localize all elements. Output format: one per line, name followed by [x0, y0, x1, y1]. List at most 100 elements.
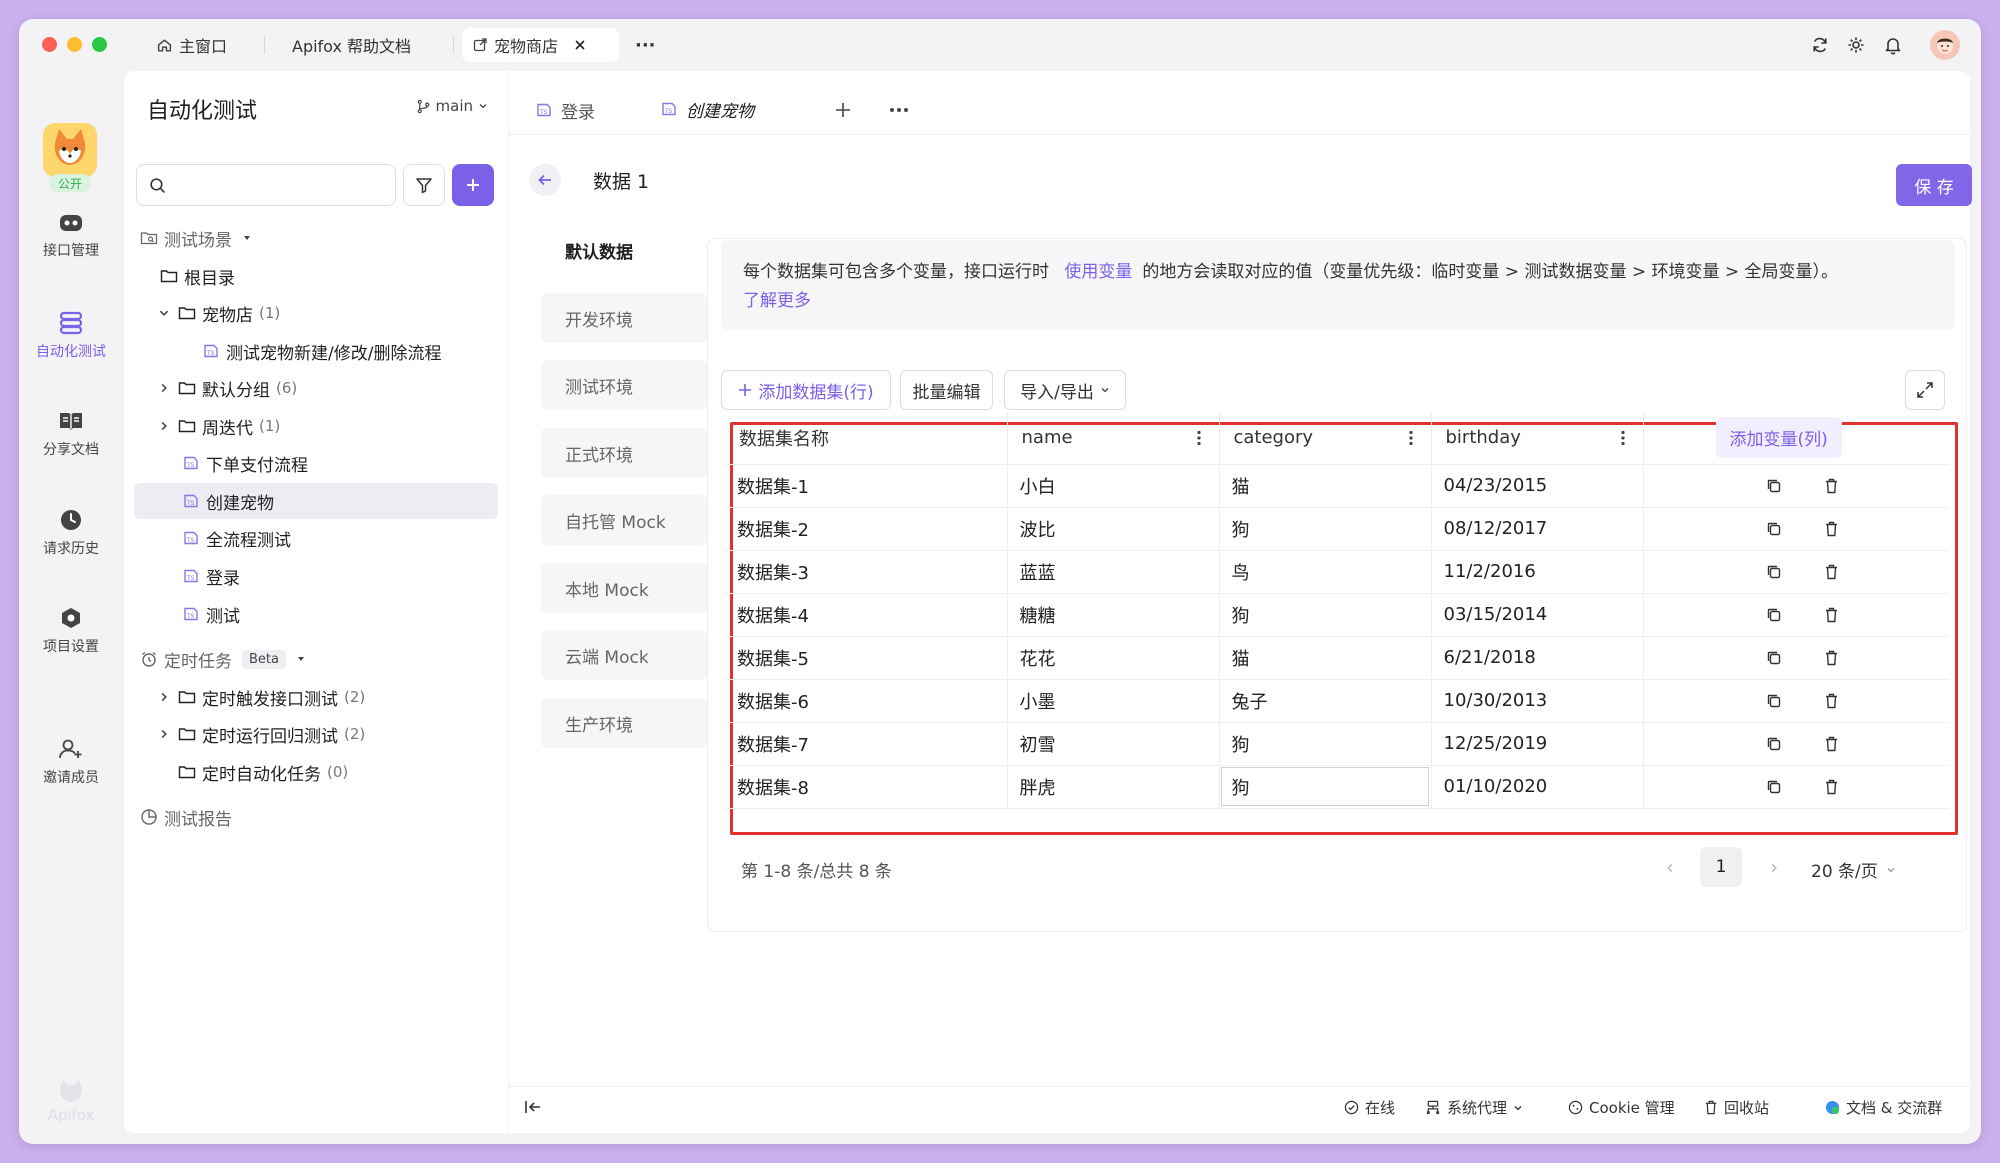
- rail-item-history[interactable]: 请求历史: [19, 508, 123, 558]
- table-cell[interactable]: 兔子: [1219, 679, 1432, 723]
- import-export-dropdown[interactable]: 导入/导出: [1004, 370, 1126, 410]
- column-menu-icon[interactable]: [1620, 430, 1625, 446]
- copy-icon[interactable]: [1766, 779, 1782, 795]
- table-cell[interactable]: 猫: [1219, 464, 1432, 508]
- close-window-button[interactable]: [42, 37, 57, 52]
- project-logo[interactable]: [43, 123, 97, 177]
- tree-case-test[interactable]: TS 测试: [124, 596, 496, 632]
- copy-icon[interactable]: [1766, 693, 1782, 709]
- copy-icon[interactable]: [1766, 607, 1782, 623]
- add-item-button[interactable]: [452, 164, 494, 206]
- page-size-selector[interactable]: 20 条/页: [1811, 857, 1896, 882]
- tree-folder-default-group[interactable]: 默认分组 (6): [124, 370, 496, 406]
- table-cell[interactable]: 糖糖: [1007, 593, 1220, 637]
- table-cell[interactable]: 数据集-2: [725, 507, 1008, 551]
- table-cell[interactable]: 01/10/2020: [1431, 765, 1644, 809]
- table-cell[interactable]: 鸟: [1219, 550, 1432, 594]
- table-cell[interactable]: 08/12/2017: [1431, 507, 1644, 551]
- table-cell[interactable]: 数据集-7: [725, 722, 1008, 766]
- chevron-down-icon[interactable]: [158, 307, 170, 319]
- env-tab-local-mock[interactable]: 本地 Mock: [541, 563, 707, 613]
- add-variable-column-button[interactable]: 添加变量(列): [1715, 417, 1842, 459]
- tree-case-full-flow[interactable]: TS 全流程测试: [124, 520, 496, 556]
- table-cell[interactable]: 猫: [1219, 636, 1432, 680]
- copy-icon[interactable]: [1766, 564, 1782, 580]
- table-cell[interactable]: 数据集-8: [725, 765, 1008, 809]
- fullscreen-button[interactable]: [1905, 370, 1945, 410]
- trash-icon[interactable]: [1824, 650, 1839, 666]
- add-dataset-row-button[interactable]: 添加数据集(行): [721, 370, 891, 410]
- tree-scheduled-interface[interactable]: 定时触发接口测试 (2): [124, 679, 496, 715]
- env-tab-prod-formal[interactable]: 正式环境: [541, 428, 707, 478]
- test-reports-section[interactable]: 测试报告: [124, 799, 496, 835]
- rail-item-share-docs[interactable]: 分享文档: [19, 409, 123, 459]
- env-tab-production[interactable]: 生产环境: [541, 698, 707, 748]
- collapse-sidebar-icon[interactable]: [524, 1099, 542, 1115]
- column-menu-icon[interactable]: [1196, 430, 1201, 446]
- trash-icon[interactable]: [1824, 564, 1839, 580]
- chevron-right-icon[interactable]: [158, 728, 170, 740]
- column-menu-icon[interactable]: [1408, 430, 1413, 446]
- table-cell[interactable]: 波比: [1007, 507, 1220, 551]
- bulk-edit-button[interactable]: 批量编辑: [900, 370, 993, 410]
- back-button[interactable]: [529, 164, 561, 196]
- tree-case-pet-crud[interactable]: TS 测试宠物新建/修改/删除流程: [124, 333, 496, 369]
- env-tab-cloud-mock[interactable]: 云端 Mock: [541, 630, 707, 680]
- rail-item-invite-members[interactable]: 邀请成员: [19, 737, 123, 787]
- trash-icon[interactable]: [1824, 779, 1839, 795]
- status-online[interactable]: 在线: [1344, 1097, 1395, 1118]
- tab-overflow-button[interactable]: [889, 85, 909, 135]
- table-cell[interactable]: 12/25/2019: [1431, 722, 1644, 766]
- table-cell[interactable]: 狗: [1219, 507, 1432, 551]
- minimize-window-button[interactable]: [67, 37, 82, 52]
- learn-more-link[interactable]: 了解更多: [743, 291, 811, 311]
- test-scenarios-section[interactable]: 测试场景: [124, 220, 496, 256]
- table-cell[interactable]: 数据集-1: [725, 464, 1008, 508]
- table-cell[interactable]: 蓝蓝: [1007, 550, 1220, 594]
- maximize-window-button[interactable]: [92, 37, 107, 52]
- rail-item-project-settings[interactable]: 项目设置: [19, 606, 123, 656]
- env-tab-default[interactable]: 默认数据: [541, 225, 707, 275]
- table-cell[interactable]: 6/21/2018: [1431, 636, 1644, 680]
- table-cell[interactable]: 初雪: [1007, 722, 1220, 766]
- table-cell[interactable]: 小白: [1007, 464, 1220, 508]
- search-input[interactable]: [174, 176, 374, 194]
- trash-icon[interactable]: [1824, 607, 1839, 623]
- tree-scheduled-regression[interactable]: 定时运行回归测试 (2): [124, 716, 496, 752]
- trash-icon[interactable]: [1824, 736, 1839, 752]
- sync-icon[interactable]: [1808, 33, 1832, 57]
- window-tab-pet-store[interactable]: 宠物商店: [462, 28, 619, 62]
- tree-case-create-pet[interactable]: TS 创建宠物: [134, 483, 498, 519]
- new-tab-button[interactable]: [834, 85, 852, 135]
- branch-selector[interactable]: main: [416, 97, 488, 115]
- trash-icon[interactable]: [1824, 521, 1839, 537]
- next-page-icon[interactable]: [1768, 862, 1780, 874]
- copy-icon[interactable]: [1766, 736, 1782, 752]
- table-cell[interactable]: 数据集-5: [725, 636, 1008, 680]
- env-tab-dev[interactable]: 开发环境: [541, 293, 707, 343]
- use-variables-link[interactable]: 使用变量: [1064, 262, 1132, 282]
- tree-folder-pet-shop[interactable]: 宠物店 (1): [124, 295, 496, 331]
- tree-folder-weekly-iteration[interactable]: 周迭代 (1): [124, 408, 496, 444]
- tree-scheduled-automation[interactable]: 定时自动化任务 (0): [124, 754, 496, 790]
- rail-item-api[interactable]: 接口管理: [19, 212, 123, 260]
- chevron-right-icon[interactable]: [158, 691, 170, 703]
- window-tab-main[interactable]: 主窗口: [156, 28, 227, 62]
- search-box[interactable]: [136, 164, 396, 206]
- table-cell[interactable]: 小墨: [1007, 679, 1220, 723]
- settings-gear-icon[interactable]: [1844, 33, 1868, 57]
- rail-item-automation[interactable]: 自动化测试: [19, 311, 123, 361]
- chevron-right-icon[interactable]: [158, 382, 170, 394]
- window-tab-help-docs[interactable]: Apifox 帮助文档: [292, 28, 411, 62]
- env-tab-test[interactable]: 测试环境: [541, 360, 707, 410]
- page-number-current[interactable]: 1: [1700, 847, 1742, 887]
- page-tab-create-pet[interactable]: TS 创建宠物: [646, 85, 801, 135]
- tree-case-login[interactable]: TS 登录: [124, 558, 496, 594]
- table-cell[interactable]: 03/15/2014: [1431, 593, 1644, 637]
- table-cell[interactable]: 数据集-4: [725, 593, 1008, 637]
- table-cell[interactable]: 狗: [1219, 765, 1432, 809]
- status-trash[interactable]: 回收站: [1704, 1097, 1769, 1118]
- filter-button[interactable]: [403, 164, 445, 206]
- table-cell[interactable]: 狗: [1219, 593, 1432, 637]
- trash-icon[interactable]: [1824, 478, 1839, 494]
